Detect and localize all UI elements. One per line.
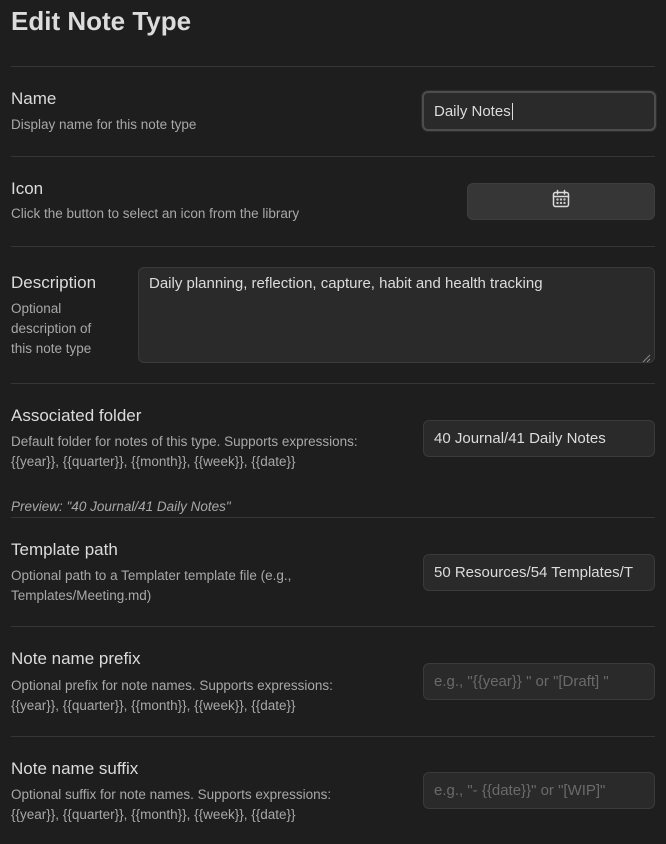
name-input[interactable]: Daily Notes	[422, 91, 656, 131]
description-label: Description	[11, 273, 97, 292]
description-description: Optional description of this note type	[11, 301, 92, 356]
name-description: Display name for this note type	[11, 117, 197, 132]
note-name-suffix-input[interactable]: e.g., "- {{date}}" or "[WIP]"	[423, 772, 655, 809]
note-name-suffix-placeholder: e.g., "- {{date}}" or "[WIP]"	[434, 782, 606, 799]
icon-description: Click the button to select an icon from …	[11, 206, 300, 221]
associated-folder-input[interactable]: 40 Journal/41 Daily Notes	[423, 420, 655, 457]
note-name-prefix-input[interactable]: e.g., "{{year}} " or "[Draft] "	[423, 663, 655, 700]
template-path-input[interactable]: 50 Resources/54 Templates/T	[423, 554, 655, 591]
note-name-suffix-label: Note name suffix	[11, 759, 139, 778]
description-textarea-value: Daily planning, reflection, capture, hab…	[149, 275, 543, 292]
name-input-value: Daily Notes	[434, 102, 511, 120]
icon-label: Icon	[11, 179, 44, 198]
divider	[11, 156, 655, 157]
resize-grip-icon[interactable]	[641, 349, 651, 363]
note-name-suffix-description: Optional suffix for note names. Supports…	[11, 787, 332, 822]
divider	[11, 517, 655, 518]
select-icon-button[interactable]	[467, 183, 655, 220]
divider	[11, 736, 655, 737]
description-textarea[interactable]: Daily planning, reflection, capture, hab…	[138, 267, 655, 363]
page-title: Edit Note Type	[11, 6, 192, 36]
divider	[11, 626, 655, 627]
template-path-value: 50 Resources/54 Templates/T	[434, 564, 633, 581]
divider	[11, 383, 655, 384]
name-label: Name	[11, 89, 57, 108]
note-name-prefix-description: Optional prefix for note names. Supports…	[11, 678, 333, 713]
calendar-icon	[551, 189, 571, 214]
divider	[11, 246, 655, 247]
divider	[11, 66, 655, 67]
folder-preview: Preview: "40 Journal/41 Daily Notes"	[11, 499, 231, 514]
text-caret	[511, 102, 513, 120]
note-name-prefix-label: Note name prefix	[11, 649, 141, 668]
associated-folder-label: Associated folder	[11, 406, 142, 425]
template-path-label: Template path	[11, 540, 118, 559]
note-name-prefix-placeholder: e.g., "{{year}} " or "[Draft] "	[434, 673, 609, 690]
associated-folder-value: 40 Journal/41 Daily Notes	[434, 430, 606, 447]
template-path-description: Optional path to a Templater template fi…	[11, 568, 292, 603]
associated-folder-description: Default folder for notes of this type. S…	[11, 434, 358, 469]
